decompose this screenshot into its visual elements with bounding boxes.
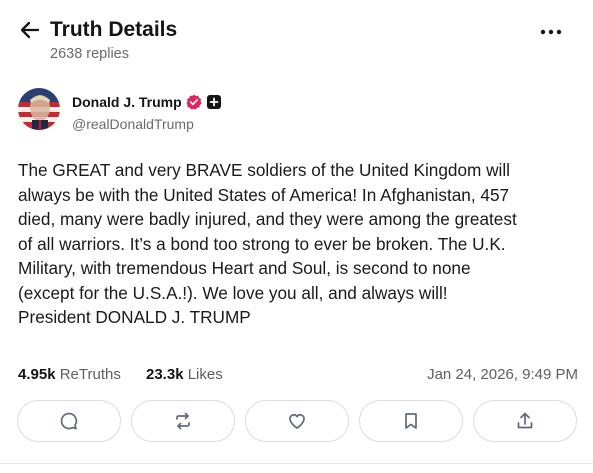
divider (0, 463, 593, 464)
post-body: The GREAT and very BRAVE soldiers of the… (18, 160, 517, 327)
top-bar: Truth Details 2638 replies (0, 0, 593, 70)
arrow-left-icon (20, 21, 40, 39)
repost-icon (176, 412, 190, 430)
comment-icon (60, 412, 78, 430)
author-row: Donald J. Trump @realDonaldTrump (18, 88, 578, 138)
author-handle[interactable]: @realDonaldTrump (72, 116, 194, 132)
bookmark-button[interactable] (359, 400, 463, 442)
verified-badge-icon (186, 94, 202, 110)
retruths-stat[interactable]: 4.95k ReTruths (18, 366, 121, 383)
post-timestamp: Jan 24, 2026, 9:49 PM (427, 366, 578, 383)
action-bar (17, 400, 579, 444)
more-options-button[interactable] (538, 22, 564, 42)
avatar-image (18, 88, 60, 130)
plus-badge-icon (207, 95, 221, 109)
reply-count: 2638 replies (50, 46, 129, 62)
author-name[interactable]: Donald J. Trump (72, 94, 182, 110)
heart-icon (289, 414, 305, 429)
post-stats: 4.95k ReTruths 23.3k Likes Jan 24, 2026,… (18, 366, 578, 386)
retruth-button[interactable] (131, 400, 235, 442)
like-button[interactable] (245, 400, 349, 442)
bookmark-icon (405, 413, 417, 429)
reply-button[interactable] (17, 400, 121, 442)
back-button[interactable] (18, 18, 42, 42)
avatar[interactable] (18, 88, 60, 130)
likes-label: Likes (187, 366, 223, 383)
page-title: Truth Details (50, 18, 178, 41)
likes-count: 23.3k (146, 366, 184, 383)
likes-stat[interactable]: 23.3k Likes (146, 366, 223, 383)
share-button[interactable] (473, 400, 577, 442)
retruths-label: ReTruths (59, 366, 121, 383)
ellipsis-icon (540, 29, 562, 35)
share-icon (517, 412, 533, 429)
retruths-count: 4.95k (18, 366, 56, 383)
